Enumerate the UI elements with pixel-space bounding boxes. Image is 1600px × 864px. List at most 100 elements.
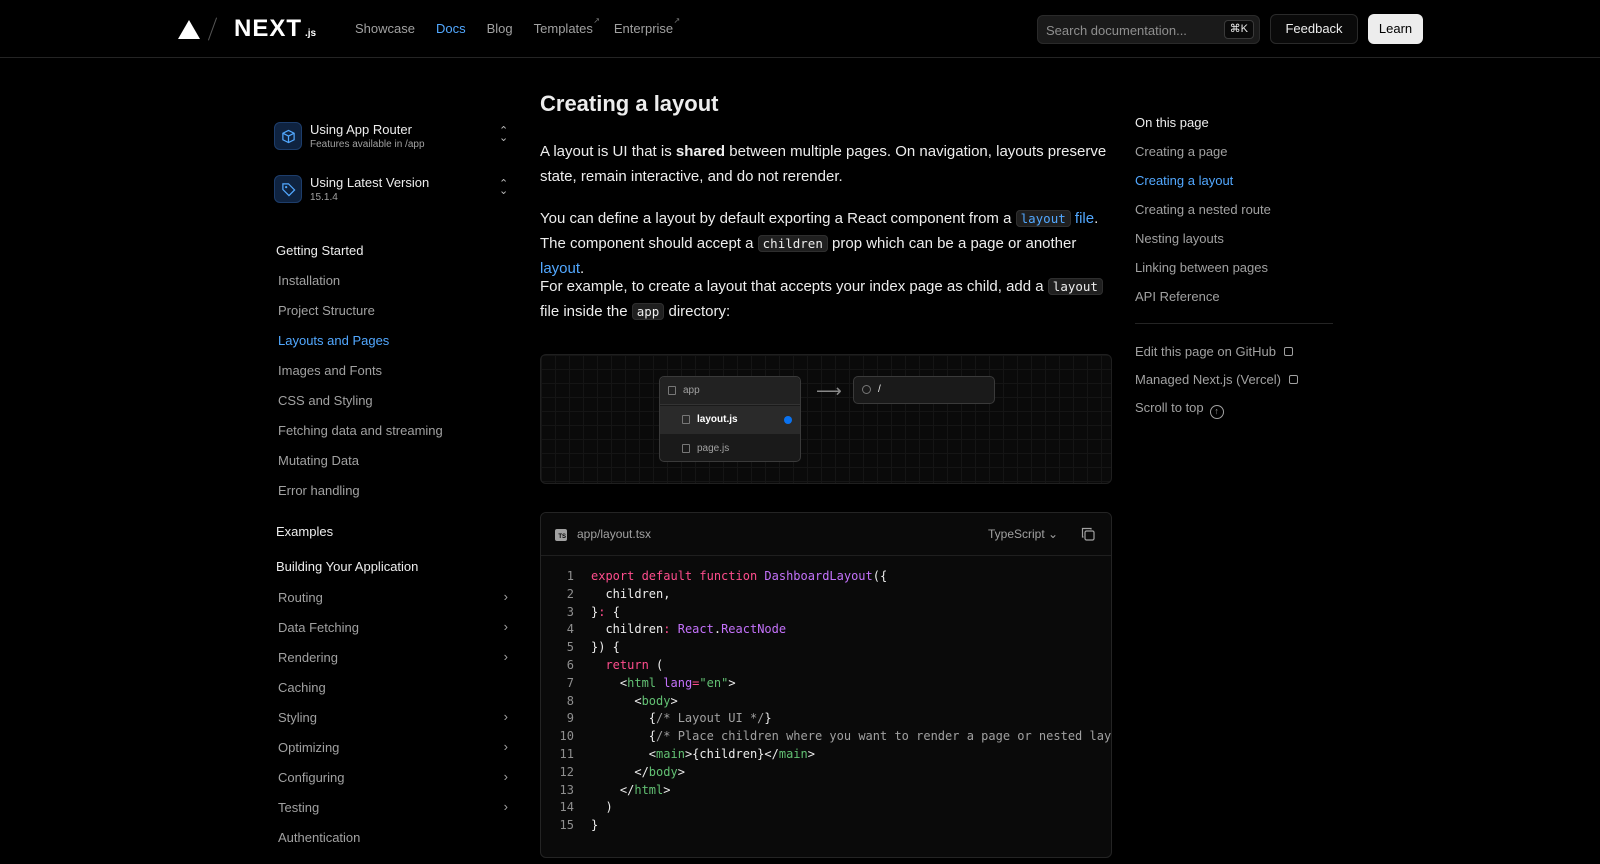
page-title: Creating a layout [540, 91, 719, 116]
sidebar-item-images-and-fonts[interactable]: Images and Fonts [278, 363, 508, 378]
nav-templates-label: Templates [533, 21, 593, 36]
paragraph-define: You can define a layout by default expor… [540, 206, 1110, 281]
paragraph-intro: A layout is UI that is shared between mu… [540, 139, 1110, 189]
sidebar-item-css-and-styling[interactable]: CSS and Styling [278, 393, 508, 408]
sidebar-heading-building[interactable]: Building Your Application [276, 559, 418, 574]
sidebar-item-routing[interactable]: Routing › [278, 589, 508, 605]
external-arrow-icon: ↗ [593, 16, 600, 25]
code-line: 3}: { [541, 604, 1111, 622]
sidebar-item-installation[interactable]: Installation [278, 273, 508, 288]
copy-icon[interactable] [1081, 527, 1095, 541]
scroll-to-top-label: Scroll to top [1135, 400, 1204, 415]
text: file inside the [540, 303, 632, 320]
nav-blog[interactable]: Blog [487, 21, 513, 36]
nextjs-logo-suffix: .js [305, 28, 317, 39]
toc-item-creating-a-nested-route[interactable]: Creating a nested route [1135, 202, 1271, 217]
text: For example, to create a layout that acc… [540, 278, 1048, 295]
sidebar-item-optimizing[interactable]: Optimizing › [278, 739, 508, 755]
sidebar-item-styling[interactable]: Styling › [278, 709, 508, 725]
external-arrow-icon: ↗ [673, 16, 681, 25]
layout-file-icon [682, 415, 690, 424]
toc-item-creating-a-layout[interactable]: Creating a layout [1135, 173, 1233, 188]
router-switcher[interactable]: Using App Router Features available in /… [274, 120, 514, 154]
route-label: / [878, 384, 881, 395]
sidebar-item-rendering[interactable]: Rendering › [278, 649, 508, 665]
sidebar-item-configuring[interactable]: Configuring › [278, 769, 508, 785]
sidebar-item-label: Caching [278, 680, 326, 695]
sidebar-item-data-fetching[interactable]: Data Fetching › [278, 619, 508, 635]
chevron-down-icon: ⌄ [1048, 527, 1059, 541]
edit-on-github-link[interactable]: Edit this page on GitHub [1135, 344, 1293, 359]
language-select[interactable]: TypeScript ⌄ [988, 527, 1058, 541]
sidebar-item-label: Testing [278, 800, 320, 815]
line-number: 6 [566, 657, 574, 672]
sidebar-item-project-structure[interactable]: Project Structure [278, 303, 508, 318]
folder-icon [668, 386, 676, 395]
external-link-icon [1288, 375, 1298, 384]
file-link[interactable]: file [1075, 210, 1094, 227]
learn-button[interactable]: Learn [1368, 14, 1423, 44]
code-line: 14 ) [541, 799, 1111, 817]
nav-enterprise[interactable]: Enterprise ↗ [614, 16, 680, 36]
code-block: TS app/layout.tsx TypeScript ⌄ 1 export d… [540, 512, 1112, 858]
version-switcher-title: Using Latest Version [310, 175, 430, 190]
sidebar-item-authentication[interactable]: Authentication [278, 830, 508, 845]
sidebar-heading-examples[interactable]: Examples [276, 524, 333, 539]
toc-item-creating-a-page[interactable]: Creating a page [1135, 144, 1228, 159]
line-number: 8 [566, 693, 574, 708]
nav-templates[interactable]: Templates ↗ [533, 16, 600, 36]
chevron-right-icon: › [503, 649, 508, 664]
line-number: 14 [559, 800, 574, 815]
feedback-button[interactable]: Feedback [1270, 14, 1358, 44]
sidebar-item-mutating-data[interactable]: Mutating Data [278, 453, 508, 468]
sidebar-item-fetching-data[interactable]: Fetching data and streaming [278, 423, 508, 438]
file-route-diagram: app layout.js page.js ⟶ / [540, 354, 1112, 484]
code-line: 5}) { [541, 639, 1111, 657]
inline-code: layout [1047, 278, 1103, 295]
sidebar-item-label: Data Fetching [278, 620, 359, 635]
version-switcher[interactable]: Using Latest Version 15.1.4 ⌃ ⌄ [274, 173, 514, 207]
sidebar-heading-getting-started[interactable]: Getting Started [276, 243, 363, 258]
paragraph-example: For example, to create a layout that acc… [540, 274, 1110, 324]
line-number: 7 [566, 675, 574, 690]
chevron-updown-icon: ⌃ ⌄ [499, 178, 509, 197]
arrow-right-icon: ⟶ [816, 381, 842, 401]
folder-row: app [660, 377, 800, 405]
line-number: 1 [566, 569, 574, 583]
router-switcher-subtitle: Features available in /app [310, 139, 425, 150]
toc-item-linking-between-pages[interactable]: Linking between pages [1135, 260, 1268, 275]
arrow-up-circle-icon: ↑ [1209, 405, 1224, 419]
search-placeholder: Search documentation... [1046, 23, 1187, 38]
inline-code-link[interactable]: layout [1015, 210, 1071, 227]
toc-item-api-reference[interactable]: API Reference [1135, 289, 1220, 304]
sidebar-item-label: Authentication [278, 830, 361, 845]
text: directory: [664, 303, 731, 320]
nav-showcase[interactable]: Showcase [355, 21, 415, 36]
sidebar-item-testing[interactable]: Testing › [278, 799, 508, 815]
code-block-header: TS app/layout.tsx TypeScript ⌄ [541, 513, 1111, 556]
chevron-right-icon: › [503, 799, 508, 814]
sidebar-item-label: Styling [278, 710, 318, 725]
sidebar-item-caching[interactable]: Caching [278, 680, 508, 695]
text: prop which can be a page or another [827, 235, 1077, 252]
scroll-to-top-link[interactable]: Scroll to top ↑ [1135, 400, 1224, 419]
managed-nextjs-link[interactable]: Managed Next.js (Vercel) [1135, 372, 1298, 387]
search-input[interactable]: Search documentation... ⌘K [1037, 15, 1260, 44]
nextjs-logo[interactable]: NEXT [234, 15, 302, 43]
nav-docs[interactable]: Docs [436, 21, 466, 36]
toc-divider [1135, 323, 1333, 324]
search-shortcut-badge: ⌘K [1223, 20, 1254, 39]
folder-tree: app layout.js page.js [659, 376, 801, 462]
code-line: 10 {/* Place children where you want to … [541, 728, 1111, 746]
edit-on-github-label: Edit this page on GitHub [1135, 344, 1276, 359]
sidebar-item-error-handling[interactable]: Error handling [278, 483, 508, 498]
sidebar-item-label: Routing [278, 590, 323, 605]
tag-icon [274, 175, 302, 203]
code-line: 1 export default function DashboardLayout… [541, 568, 1111, 586]
toc-item-nesting-layouts[interactable]: Nesting layouts [1135, 231, 1224, 246]
file-row-selected: layout.js [660, 406, 800, 434]
inline-code: app [631, 303, 665, 320]
vercel-logo-icon[interactable] [178, 20, 200, 39]
line-number: 3 [566, 604, 574, 619]
sidebar-item-layouts-and-pages[interactable]: Layouts and Pages [278, 333, 508, 348]
